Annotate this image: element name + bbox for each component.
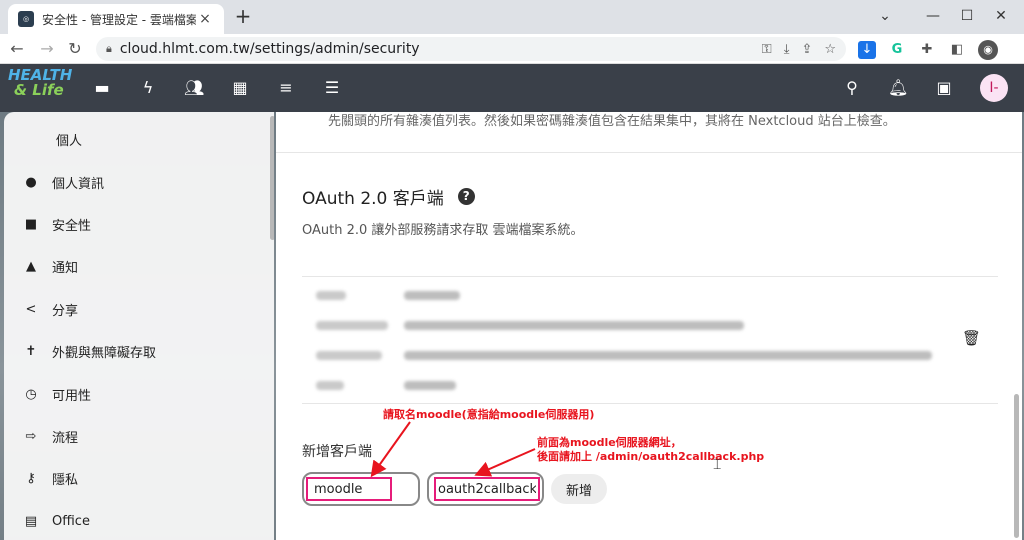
profile-icon[interactable]: ◉ xyxy=(978,40,998,60)
tab-search-icon[interactable]: ⌄ xyxy=(862,0,908,32)
mouse-cursor-icon: ⌶ xyxy=(713,457,722,473)
nextcloud-header: HEALTH & Life ▬ ϟ 👥︎ ▦ ≡ ☰ ⚲ 🔔︎ ▣ I- xyxy=(0,64,1024,112)
tab-close-icon[interactable]: × xyxy=(196,11,214,27)
blurred-value xyxy=(404,321,744,330)
help-icon[interactable]: ? xyxy=(457,188,475,205)
contacts-icon[interactable]: 👥︎ xyxy=(184,78,204,98)
oauth-section-title: OAuth 2.0 客戶端 ? xyxy=(302,184,475,209)
grammarly-icon[interactable]: G xyxy=(888,41,906,59)
sidebar-item-sharing[interactable]: < 分享 xyxy=(4,289,266,329)
oauth-client-table: 🗑︎ xyxy=(302,276,998,404)
browser-toolbar: ← → ↻ 🔒︎ cloud.hlmt.com.tw/settings/admi… xyxy=(0,34,1024,64)
back-button[interactable]: ← xyxy=(6,38,28,60)
files-icon[interactable]: ▬ xyxy=(92,78,112,98)
blurred-value xyxy=(404,291,460,300)
redirect-uri-input[interactable] xyxy=(434,477,540,501)
flow-icon: ⇨ xyxy=(25,428,37,444)
hibp-description: 先關頭的所有雜湊值列表。然後如果密碼雜湊值包含在結果集中，其將在 Nextclo… xyxy=(328,114,896,129)
sidebar-item-personal-info[interactable]: ● 個人資訊 xyxy=(4,162,266,202)
sidebar-item-flow[interactable]: ⇨ 流程 xyxy=(4,416,266,456)
settings-sidebar: 個人 ● 個人資訊 ■ 安全性 ▲ 通知 < 分享 ✝ 外觀與無障礙存取 ◷ 可… xyxy=(4,112,274,540)
blurred-label xyxy=(316,351,382,360)
blurred-label xyxy=(316,381,344,390)
user-avatar[interactable]: I- xyxy=(980,74,1008,102)
tab-title: 安全性 - 管理設定 - 雲端檔案系統 xyxy=(42,12,196,27)
client-name-field-wrapper xyxy=(302,472,420,506)
browser-tab[interactable]: ◎ 安全性 - 管理設定 - 雲端檔案系統 × xyxy=(8,4,224,34)
sidebar-item-availability[interactable]: ◷ 可用性 xyxy=(4,374,266,414)
new-client-label: 新增客戶端 xyxy=(302,444,372,460)
blurred-value xyxy=(404,351,932,360)
delete-client-icon[interactable]: 🗑︎ xyxy=(962,329,981,347)
sidebar-item-office[interactable]: ▤ Office xyxy=(4,501,266,540)
bell-icon: ▲ xyxy=(26,258,36,274)
blurred-value xyxy=(404,381,456,390)
puzzle-icon[interactable]: ✚ xyxy=(918,41,936,59)
star-icon[interactable]: ☆ xyxy=(824,42,836,57)
sidebar-item-accessibility[interactable]: ✝ 外觀與無障礙存取 xyxy=(4,331,266,371)
settings-main: 先關頭的所有雜湊值列表。然後如果密碼雜湊值包含在結果集中，其將在 Nextclo… xyxy=(276,112,1022,540)
clock-icon: ◷ xyxy=(25,386,37,402)
nextcloud-favicon-icon: ◎ xyxy=(18,11,34,27)
oauth-title-text: OAuth 2.0 客戶端 xyxy=(302,189,444,209)
oauth-description: OAuth 2.0 讓外部服務請求存取 雲端檔案系統。 xyxy=(302,223,584,238)
accessibility-icon: ✝ xyxy=(25,343,37,359)
deck-icon[interactable]: ≡ xyxy=(276,78,296,98)
url-text[interactable]: cloud.hlmt.com.tw/settings/admin/securit… xyxy=(120,41,762,57)
lock-icon: ■ xyxy=(24,216,38,232)
close-window-button[interactable]: ✕ xyxy=(978,0,1024,32)
share-icon[interactable]: ⇪ xyxy=(801,42,812,57)
contacts-menu-icon[interactable]: ▣ xyxy=(934,78,954,98)
blurred-label xyxy=(316,291,346,300)
sidebar-item-security[interactable]: ■ 安全性 xyxy=(4,204,266,244)
person-icon: ● xyxy=(25,174,37,190)
new-tab-button[interactable]: + xyxy=(232,5,254,27)
document-icon: ▤ xyxy=(24,513,38,529)
sidebar-section-title: 個人 xyxy=(56,134,83,149)
share-icon: < xyxy=(25,301,37,317)
key-icon: ⚷ xyxy=(26,470,36,486)
sidebar-item-privacy[interactable]: ⚷ 隱私 xyxy=(4,458,266,498)
annotation-url-hint-line1: 前面為moodle伺服器網址， xyxy=(537,436,682,449)
activity-icon[interactable]: ϟ xyxy=(138,78,158,98)
sidebar-scrollbar[interactable] xyxy=(270,116,274,240)
key-icon[interactable]: ⚿ xyxy=(762,42,772,57)
download-ext-icon[interactable]: ↓ xyxy=(858,41,876,59)
address-bar[interactable]: 🔒︎ cloud.hlmt.com.tw/settings/admin/secu… xyxy=(96,37,846,61)
notifications-icon[interactable]: 🔔︎ xyxy=(888,78,908,98)
section-divider xyxy=(276,152,1022,153)
health-life-logo[interactable]: HEALTH & Life xyxy=(8,68,72,110)
blurred-label xyxy=(316,321,388,330)
tasks-icon[interactable]: ☰ xyxy=(322,78,342,98)
browser-tab-strip: ◎ 安全性 - 管理設定 - 雲端檔案系統 × + ⌄ — ☐ ✕ xyxy=(0,0,1024,34)
forward-button[interactable]: → xyxy=(36,38,58,60)
reload-button[interactable]: ↻ xyxy=(64,38,86,60)
calendar-icon[interactable]: ▦ xyxy=(230,78,250,98)
lock-icon[interactable]: 🔒︎ xyxy=(106,42,112,56)
annotation-url-hint-line2: 後面請加上 /admin/oauth2callback.php xyxy=(537,450,765,463)
sidebar-item-notifications[interactable]: ▲ 通知 xyxy=(4,246,266,286)
install-icon[interactable]: ⤓ xyxy=(784,42,790,57)
sidepanel-icon[interactable]: ◧ xyxy=(948,41,966,59)
main-scrollbar[interactable] xyxy=(1014,394,1019,538)
client-name-input[interactable] xyxy=(306,477,392,501)
search-icon[interactable]: ⚲ xyxy=(842,78,862,98)
redirect-uri-field-wrapper xyxy=(427,472,544,506)
add-client-button[interactable]: 新增 xyxy=(551,474,607,504)
annotation-name-hint: 請取名moodle(意指給moodle伺服器用) xyxy=(383,408,595,421)
